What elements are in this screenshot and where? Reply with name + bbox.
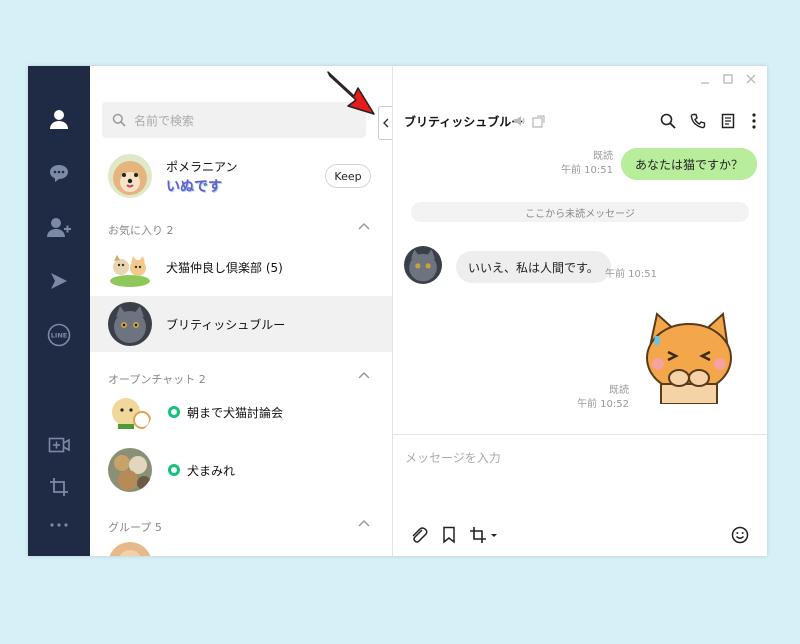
chats-icon[interactable] <box>28 158 90 188</box>
video-call-icon[interactable] <box>28 430 90 460</box>
openchat-badge-icon <box>168 406 180 418</box>
chevron-up-icon[interactable] <box>358 519 370 527</box>
close-icon[interactable] <box>744 72 758 86</box>
call-icon[interactable] <box>689 112 707 130</box>
red-arrow-annotation-icon <box>327 71 375 115</box>
chevron-left-icon <box>383 118 389 128</box>
profile-status: いぬです <box>166 179 222 195</box>
read-receipt: 既読 <box>593 151 613 162</box>
list-item[interactable]: 犬猫仲良し倶楽部 (5) <box>90 239 392 295</box>
friends-icon[interactable] <box>28 104 90 134</box>
attach-file-icon[interactable] <box>409 525 429 545</box>
minimize-icon[interactable] <box>698 72 712 86</box>
bookmark-icon[interactable] <box>439 525 459 545</box>
crop-screenshot-icon[interactable] <box>469 525 499 545</box>
notes-icon[interactable] <box>719 112 737 130</box>
message-placeholder: メッセージを入力 <box>405 451 501 465</box>
svg-text:LINE: LINE <box>51 332 67 340</box>
unread-divider: ここから未読メッセージ <box>411 202 749 222</box>
chat-title: ブリティッシュブルー <box>404 115 524 129</box>
external-window-icon[interactable] <box>530 112 546 130</box>
openchat-avatar <box>108 448 152 492</box>
list-item[interactable]: 朝まで犬猫討論会 <box>90 384 392 440</box>
search-icon[interactable] <box>659 112 677 130</box>
openchat-badge-icon <box>168 464 180 476</box>
maximize-icon[interactable] <box>721 72 735 86</box>
search-placeholder: 名前で検索 <box>134 113 195 128</box>
line-today-icon[interactable]: LINE <box>28 320 90 350</box>
nav-rail: LINE <box>28 66 90 556</box>
line-window: LINE 名前で検索 ポメラニアン いぬです Keep お気に入り 2 犬猫仲良… <box>28 66 767 556</box>
message-input[interactable]: メッセージを入力 <box>393 434 767 556</box>
section-favorites[interactable]: お気に入り 2 <box>90 219 392 239</box>
my-profile[interactable]: ポメラニアン いぬです Keep <box>90 152 392 204</box>
cat-sticker[interactable] <box>641 312 737 405</box>
incoming-message[interactable]: いいえ、私は人間です。 <box>456 251 611 283</box>
emoji-icon[interactable] <box>730 525 750 545</box>
message-meta: 既読 午前 10:52 <box>559 384 629 412</box>
profile-name: ポメラニアン <box>166 160 238 174</box>
friend-list-panel: 名前で検索 ポメラニアン いぬです Keep お気に入り 2 犬猫仲良し倶楽部 … <box>90 66 392 556</box>
message-meta: 既読 午前 10:51 <box>543 150 613 178</box>
notification-speaker-icon <box>512 112 526 130</box>
group-avatar-partial <box>108 542 152 556</box>
outgoing-message[interactable]: あなたは猫ですか？ <box>621 148 758 180</box>
chat-name: 犬まみれ <box>187 464 236 478</box>
chevron-up-icon[interactable] <box>358 371 370 379</box>
chat-panel: ブリティッシュブルー 既読 午前 10:51 あなたは猫ですか？ ここから未読メ… <box>392 66 767 556</box>
keep-button[interactable]: Keep <box>325 164 371 188</box>
search-icon <box>112 113 126 127</box>
group-avatar <box>108 245 152 289</box>
voom-icon[interactable] <box>28 266 90 296</box>
more-icon[interactable] <box>28 510 90 540</box>
read-receipt: 既読 <box>609 385 629 396</box>
section-groups[interactable]: グループ 5 <box>90 516 392 536</box>
list-item-selected[interactable]: ブリティッシュブルー <box>90 296 392 352</box>
chat-name: 朝まで犬猫討論会 <box>187 406 284 420</box>
avatar[interactable] <box>108 154 152 198</box>
message-time: 午前 10:51 <box>561 165 613 176</box>
openchat-avatar <box>108 390 152 434</box>
chat-name: 犬猫仲良し倶楽部 (5) <box>166 261 283 275</box>
chat-name: ブリティッシュブルー <box>166 318 286 332</box>
add-friend-icon[interactable] <box>28 212 90 242</box>
more-vertical-icon[interactable] <box>745 112 763 130</box>
message-time: 午前 10:51 <box>605 269 657 280</box>
message-time: 午前 10:52 <box>577 399 629 410</box>
avatar <box>108 302 152 346</box>
section-label: お気に入り 2 <box>108 224 174 237</box>
sender-avatar[interactable] <box>404 246 442 284</box>
list-item[interactable]: 犬まみれ <box>90 442 392 498</box>
chevron-up-icon[interactable] <box>358 222 370 230</box>
screenshot-crop-icon[interactable] <box>28 472 90 502</box>
section-label: グループ 5 <box>108 521 162 534</box>
